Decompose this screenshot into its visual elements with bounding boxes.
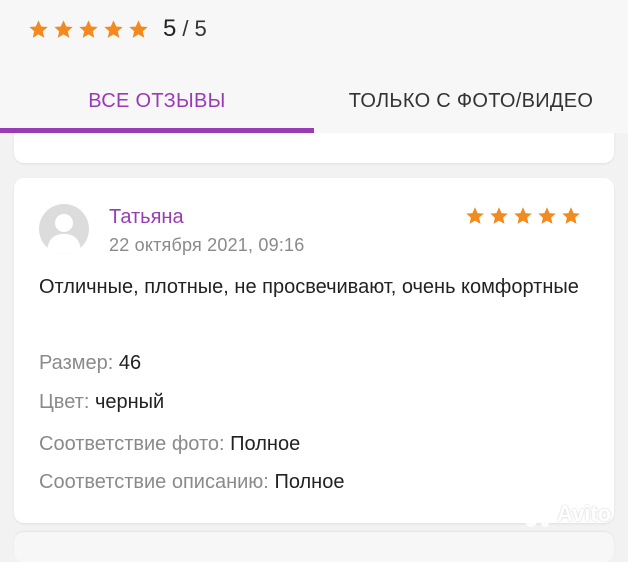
watermark-text: Avito <box>557 501 612 526</box>
property-photo-match: Соответствие фото: Полное <box>39 433 300 456</box>
next-review-card <box>14 532 614 562</box>
star-icon <box>79 19 98 38</box>
review-date: 22 октября 2021, 09:16 <box>109 235 305 255</box>
property-value: Полное <box>230 433 301 455</box>
avatar <box>39 204 89 254</box>
avito-watermark: Avito <box>521 499 611 529</box>
rating-summary: 5 / 5 <box>28 15 207 43</box>
star-icon <box>466 207 484 224</box>
summary-stars <box>28 19 149 40</box>
star-icon <box>29 19 48 38</box>
user-placeholder-icon <box>47 214 81 254</box>
review-author[interactable]: Татьяна <box>109 206 184 229</box>
property-size: Размер: 46 <box>39 352 141 375</box>
score-separator: / <box>182 16 189 41</box>
property-value: черный <box>94 391 165 413</box>
star-icon <box>562 207 580 224</box>
review-tabs: ВСЕ ОТЗЫВЫ ТОЛЬКО С ФОТО/ВИДЕО <box>0 70 628 133</box>
property-label: Соответствие фото: <box>39 433 225 455</box>
review-stars <box>465 206 581 226</box>
property-description-match: Соответствие описанию: Полное <box>39 471 344 494</box>
property-value: 46 <box>118 352 142 374</box>
star-icon <box>54 19 73 38</box>
property-label: Цвет: <box>39 391 90 413</box>
rating-score: 5 / 5 <box>163 15 207 43</box>
star-icon <box>490 207 508 224</box>
property-label: Соответствие описанию: <box>39 471 269 493</box>
review-card: Татьяна 22 октября 2021, 09:16 Отличные,… <box>14 178 614 523</box>
avito-logo-icon <box>524 501 553 527</box>
property-label: Размер: <box>39 352 114 374</box>
tab-photo-video[interactable]: ТОЛЬКО С ФОТО/ВИДЕО <box>314 70 628 133</box>
review-text: Отличные, плотные, не просвечивают, очен… <box>39 276 579 298</box>
star-icon <box>514 207 532 224</box>
star-icon <box>538 207 556 224</box>
score-max: 5 <box>194 16 207 41</box>
star-icon <box>104 19 123 38</box>
score-value: 5 <box>163 15 177 42</box>
property-value: Полное <box>274 471 345 493</box>
star-icon <box>129 19 148 38</box>
tab-all-reviews[interactable]: ВСЕ ОТЗЫВЫ <box>0 70 314 133</box>
reviews-header: 5 / 5 ВСЕ ОТЗЫВЫ ТОЛЬКО С ФОТО/ВИДЕО <box>0 0 628 133</box>
active-tab-indicator <box>0 128 314 133</box>
property-color: Цвет: черный <box>39 391 164 414</box>
